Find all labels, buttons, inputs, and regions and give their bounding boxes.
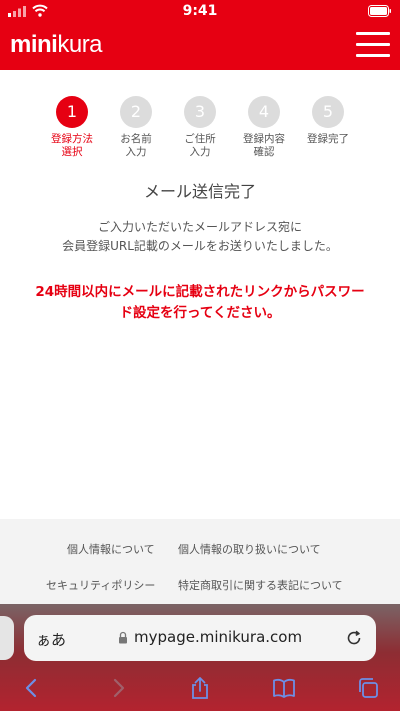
step-3: 3 ご住所 入力 [168, 96, 232, 159]
step-number: 5 [312, 96, 344, 128]
logo-bold: mini [10, 31, 58, 58]
previous-tab-edge[interactable] [0, 616, 14, 660]
forward-icon[interactable] [106, 676, 130, 700]
step-label: 選択 [61, 146, 83, 158]
minikura-logo[interactable]: minikura [10, 31, 103, 59]
share-icon[interactable] [188, 676, 212, 700]
registration-steps: 1 登録方法 選択 2 お名前 入力 3 ご住所 入力 4 登録内容 確認 5 登録完了 [0, 96, 400, 166]
url-text: mypage.minikura.com [134, 628, 303, 646]
page-title: メール送信完了 [143, 182, 256, 201]
lock-icon [119, 631, 127, 644]
step-1: 1 登録方法 選択 [40, 96, 104, 159]
tabs-icon[interactable] [356, 676, 380, 700]
step-number: 4 [248, 96, 280, 128]
step-label: 登録完了 [307, 133, 349, 145]
step-label: 確認 [253, 146, 275, 158]
step-label: ご住所 [184, 133, 216, 145]
message-line: ご入力いただいたメールアドレス宛に [97, 220, 302, 234]
battery-icon [368, 5, 391, 17]
step-4: 4 登録内容 確認 [232, 96, 296, 159]
browser-toolbar: ぁあ mypage.minikura.com [0, 604, 400, 711]
footer-link-security-policy[interactable]: セキュリティポリシー [46, 577, 155, 593]
step-label: 入力 [189, 146, 211, 158]
back-icon[interactable] [20, 676, 44, 700]
reload-icon[interactable] [345, 629, 363, 647]
step-number: 2 [120, 96, 152, 128]
status-time: 9:41 [182, 3, 218, 19]
warning-line: ド設定を行ってください。 [119, 305, 281, 321]
step-label: 入力 [125, 146, 147, 158]
bookmarks-icon[interactable] [272, 676, 296, 700]
warning-line: 24時間以内にメールに記載されたリンクからパスワー [35, 284, 365, 300]
status-bar: 9:41 [0, 0, 400, 22]
step-5: 5 登録完了 [296, 96, 360, 146]
message-line: 会員登録URL記載のメールをお送りいたしました。 [62, 239, 338, 253]
footer-link-commerce-law[interactable]: 特定商取引に関する表記について [178, 577, 343, 593]
step-label: 登録方法 [51, 133, 93, 145]
step-2: 2 お名前 入力 [104, 96, 168, 159]
step-number: 1 [56, 96, 88, 128]
warning-message: 24時間以内にメールに記載されたリンクからパスワー ド設定を行ってください。 [15, 282, 385, 324]
text-size-button[interactable]: ぁあ [36, 629, 66, 650]
step-number: 3 [184, 96, 216, 128]
footer-link-privacy-handling[interactable]: 個人情報の取り扱いについて [178, 541, 321, 557]
sent-message: ご入力いただいたメールアドレス宛に 会員登録URL記載のメールをお送りいたしまし… [0, 218, 400, 256]
footer-link-privacy[interactable]: 個人情報について [67, 541, 155, 557]
logo-light: kura [57, 31, 103, 58]
site-header: minikura [0, 22, 400, 70]
site-footer: 個人情報について 個人情報の取り扱いについて セキュリティポリシー 特定商取引に… [0, 519, 400, 611]
step-label: 登録内容 [243, 133, 285, 145]
address-bar[interactable]: ぁあ mypage.minikura.com [24, 615, 376, 661]
hamburger-menu-icon[interactable] [356, 32, 390, 58]
step-label: お名前 [120, 133, 152, 145]
